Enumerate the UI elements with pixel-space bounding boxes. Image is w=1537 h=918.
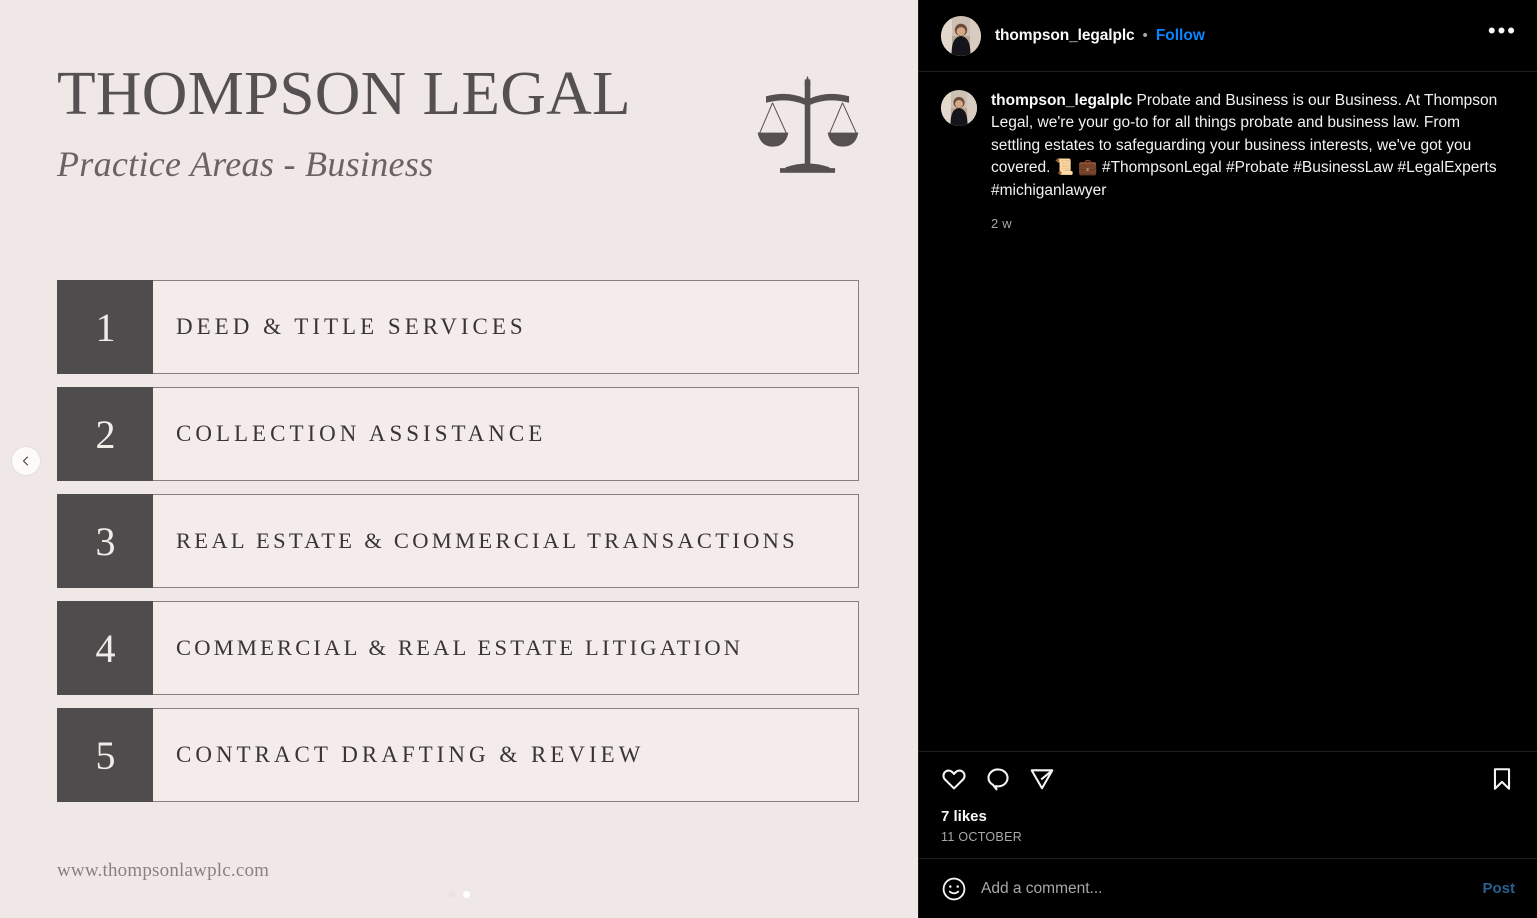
- list-item-number: 1: [57, 280, 154, 374]
- profile-username[interactable]: thompson_legalplc: [995, 27, 1135, 45]
- list-item-number: 2: [57, 387, 154, 481]
- chevron-left-icon: [22, 456, 29, 466]
- caption-block: thompson_legalplc Probate and Business i…: [991, 90, 1509, 231]
- caption-username[interactable]: thompson_legalplc: [991, 92, 1132, 109]
- carousel-dot[interactable]: [448, 891, 455, 898]
- share-icon[interactable]: [1029, 766, 1055, 792]
- list-item-label: REAL ESTATE & COMMERCIAL TRANSACTIONS: [176, 528, 798, 553]
- avatar[interactable]: [941, 90, 977, 126]
- list-item-body: DEED & TITLE SERVICES: [153, 280, 859, 374]
- caption-timestamp: 2 w: [991, 216, 1012, 232]
- list-item-body: REAL ESTATE & COMMERCIAL TRANSACTIONS: [153, 494, 859, 588]
- action-icons: [941, 766, 1515, 792]
- post-comment-button[interactable]: Post: [1482, 880, 1515, 897]
- likes-count[interactable]: 7 likes: [941, 808, 1515, 825]
- post-header: thompson_legalplc • Follow •••: [919, 0, 1537, 72]
- comment-icon[interactable]: [985, 766, 1011, 792]
- page-title: THOMPSON LEGAL: [57, 60, 631, 128]
- list-item: 2 COLLECTION ASSISTANCE: [57, 387, 859, 481]
- list-item-label: CONTRACT DRAFTING & REVIEW: [176, 742, 645, 767]
- list-item-label: DEED & TITLE SERVICES: [176, 314, 527, 339]
- list-item-number: 3: [57, 494, 154, 588]
- list-item-body: CONTRACT DRAFTING & REVIEW: [153, 708, 859, 802]
- brand-block: THOMPSON LEGAL Practice Areas - Business: [57, 61, 631, 185]
- instagram-post-screen: THOMPSON LEGAL Practice Areas - Business: [0, 0, 1537, 918]
- list-item: 5 CONTRACT DRAFTING & REVIEW: [57, 708, 859, 802]
- scales-of-justice-icon: [752, 72, 864, 184]
- list-item-number: 5: [57, 708, 154, 802]
- heart-icon[interactable]: [941, 766, 967, 792]
- post-actions-bar: 7 likes 11 OCTOBER: [919, 751, 1537, 844]
- list-item: 4 COMMERCIAL & REAL ESTATE LITIGATION: [57, 601, 859, 695]
- website-url: www.thompsonlawplc.com: [57, 860, 270, 881]
- practice-areas-list: 1 DEED & TITLE SERVICES 2 COLLECTION ASS…: [57, 280, 859, 815]
- username-separator: •: [1142, 27, 1148, 44]
- carousel-prev-button[interactable]: [12, 447, 40, 475]
- comment-input[interactable]: [981, 879, 1469, 898]
- list-item-label: COLLECTION ASSISTANCE: [176, 421, 547, 446]
- page-subtitle: Practice Areas - Business: [57, 144, 434, 185]
- list-item-body: COMMERCIAL & REAL ESTATE LITIGATION: [153, 601, 859, 695]
- follow-button[interactable]: Follow: [1156, 27, 1205, 45]
- header-username-group: thompson_legalplc • Follow: [995, 27, 1205, 45]
- post-caption-area: thompson_legalplc Probate and Business i…: [919, 72, 1537, 751]
- caption-text: thompson_legalplc Probate and Business i…: [991, 90, 1509, 202]
- bookmark-icon[interactable]: [1489, 766, 1515, 792]
- caption-row: thompson_legalplc Probate and Business i…: [919, 72, 1537, 231]
- more-options-icon[interactable]: •••: [1488, 20, 1517, 44]
- carousel-dot-active[interactable]: [463, 891, 470, 898]
- list-item-label: COMMERCIAL & REAL ESTATE LITIGATION: [176, 635, 744, 660]
- instagram-sidebar: thompson_legalplc • Follow ••• thompson_…: [918, 0, 1537, 918]
- post-date: 11 OCTOBER: [941, 830, 1023, 844]
- carousel-dots: [0, 891, 918, 898]
- comment-bar: Post: [919, 858, 1537, 918]
- list-item-body: COLLECTION ASSISTANCE: [153, 387, 859, 481]
- post-media-panel[interactable]: THOMPSON LEGAL Practice Areas - Business: [0, 0, 918, 918]
- list-item: 3 REAL ESTATE & COMMERCIAL TRANSACTIONS: [57, 494, 859, 588]
- list-item-number: 4: [57, 601, 154, 695]
- avatar[interactable]: [941, 15, 981, 56]
- list-item: 1 DEED & TITLE SERVICES: [57, 280, 859, 374]
- emoji-smiley-icon[interactable]: [941, 876, 967, 902]
